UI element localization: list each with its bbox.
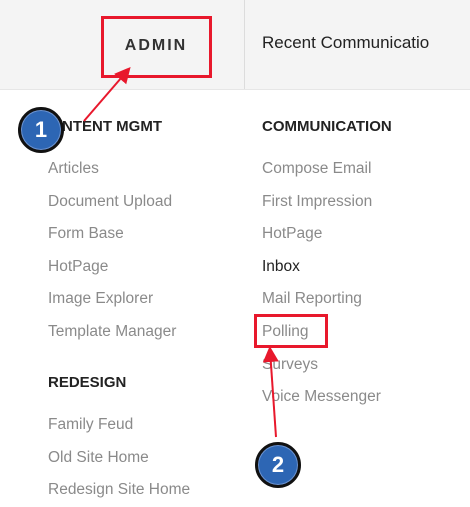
annotation-arrows <box>83 66 279 438</box>
step-1-badge: 1 <box>18 107 64 153</box>
arrow-to-polling <box>262 346 279 438</box>
arrow-to-admin <box>83 66 131 122</box>
step-2-badge: 2 <box>255 442 301 488</box>
